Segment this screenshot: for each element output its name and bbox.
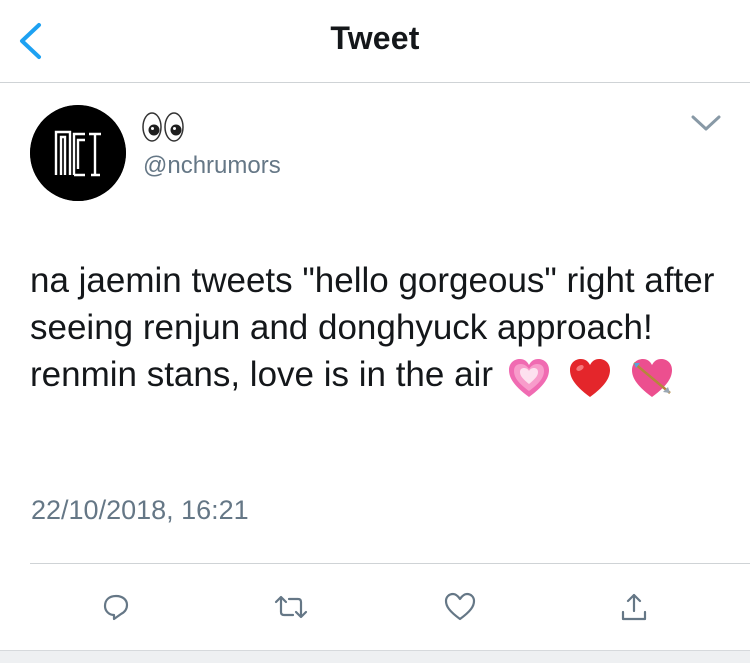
growing-heart-emoji — [508, 358, 549, 397]
like-icon[interactable] — [444, 592, 476, 622]
user-handle[interactable]: @nchrumors — [143, 152, 281, 180]
share-icon[interactable] — [619, 592, 649, 622]
tweet-body: na jaemin tweets "hello gorgeous" right … — [30, 257, 730, 401]
tweet-timestamp: 22/10/2018, 16:21 — [31, 495, 249, 525]
bottom-edge — [0, 650, 750, 663]
display-name-eyes-emoji[interactable] — [141, 110, 185, 144]
divider — [30, 563, 750, 564]
chevron-down-icon[interactable] — [690, 113, 722, 133]
page-title: Tweet — [330, 20, 420, 56]
heart-with-arrow-emoji — [632, 358, 673, 397]
navigation-bar: Tweet — [0, 0, 750, 83]
red-heart-emoji — [570, 358, 611, 397]
reply-icon[interactable] — [101, 592, 131, 622]
retweet-icon[interactable] — [273, 592, 309, 622]
emoji-group — [507, 353, 682, 401]
avatar[interactable] — [30, 105, 126, 201]
